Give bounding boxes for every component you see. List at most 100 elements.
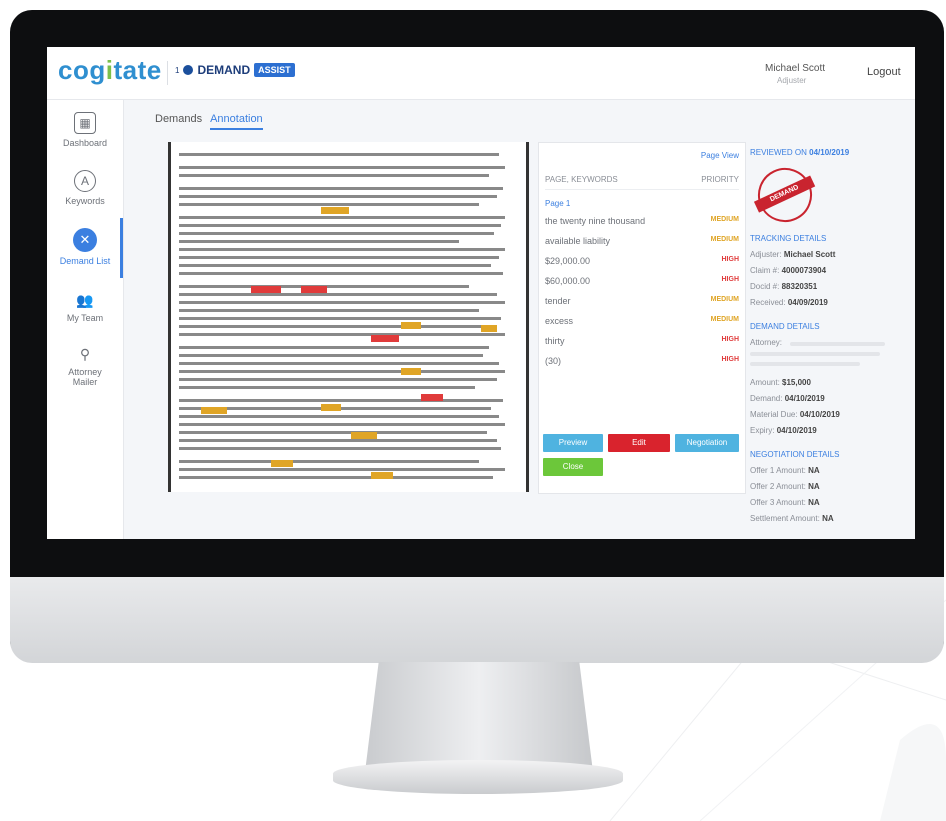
demand-date: Demand: 04/10/2019 (750, 394, 825, 403)
document-line (179, 423, 505, 426)
document-line (179, 232, 494, 235)
detail-label: Claim #: (750, 266, 780, 275)
header-divider (167, 61, 168, 85)
keyword-text: available liability (545, 236, 611, 246)
document-line (179, 195, 497, 198)
document-line (179, 362, 499, 365)
sidebar-item-label: My Team (66, 313, 104, 323)
document-line (179, 293, 497, 296)
demand-stamp-icon: DEMAND (749, 159, 821, 231)
priority-badge: HIGH (721, 356, 740, 363)
detail-value: NA (808, 466, 820, 475)
col-priority: PRIORITY (701, 175, 739, 184)
document-line (179, 309, 479, 312)
sidebar-item-dashboard[interactable]: ▦ Dashboard (47, 112, 123, 148)
keyword-text: thirty (545, 336, 565, 346)
keyword-highlight (301, 286, 327, 293)
document-line (179, 301, 505, 304)
document-line (179, 203, 479, 206)
keyword-text: (30) (545, 356, 562, 366)
keyword-row[interactable]: tender MEDIUM (545, 296, 739, 306)
negotiation-offer-2: Offer 2 Amount: NA (750, 482, 820, 491)
document-line (179, 153, 499, 156)
detail-label: Amount: (750, 378, 780, 387)
document-line (179, 386, 475, 389)
sidebar-item-label: Attorney Mailer (68, 367, 102, 387)
negotiation-settlement: Settlement Amount: NA (750, 514, 834, 523)
active-indicator (120, 218, 123, 278)
keyword-highlight (321, 404, 341, 411)
detail-value: 4000073904 (781, 266, 827, 275)
detail-label: Offer 3 Amount: (750, 498, 806, 507)
page-view-link[interactable]: Page View (701, 151, 739, 160)
sidebar-item-demand-list[interactable]: ✕ Demand List (47, 228, 123, 266)
product-name: DEMAND (197, 63, 251, 77)
detail-value: NA (808, 498, 820, 507)
priority-badge: HIGH (721, 276, 740, 283)
sidebar-item-my-team[interactable]: 👥 My Team (47, 292, 123, 323)
keyword-row[interactable]: thirty HIGH (545, 336, 739, 346)
preview-button[interactable]: Preview (543, 434, 603, 452)
product-number: 1 (175, 65, 180, 75)
cogitate-logo[interactable]: cogitate (58, 55, 162, 86)
document-line (179, 431, 487, 434)
keyword-row[interactable]: excess MEDIUM (545, 316, 739, 326)
document-line (179, 325, 495, 328)
reviewed-date: 04/10/2019 (809, 148, 850, 157)
negotiation-details-title: NEGOTIATION DETAILS (750, 450, 840, 459)
keyword-highlight (481, 325, 497, 332)
document-line (179, 272, 503, 275)
page-label[interactable]: Page 1 (545, 199, 570, 208)
keyword-row[interactable]: (30) HIGH (545, 356, 739, 366)
keyword-text: $29,000.00 (545, 256, 591, 266)
demand-assist-logo: 1 DEMAND ASSIST (175, 63, 295, 77)
detail-label: Docid #: (750, 282, 780, 291)
document-line (179, 256, 499, 259)
document-line (179, 460, 479, 463)
redacted-text (790, 342, 885, 346)
close-button[interactable]: Close (543, 458, 603, 476)
keyword-row[interactable]: available liability MEDIUM (545, 236, 739, 246)
detail-label: Demand: (750, 394, 783, 403)
detail-label: Offer 1 Amount: (750, 466, 806, 475)
demand-material-due: Material Due: 04/10/2019 (750, 410, 840, 419)
negotiation-button[interactable]: Negotiation (675, 434, 739, 452)
redacted-text (750, 362, 860, 366)
priority-badge: MEDIUM (710, 216, 739, 223)
monitor-stand (365, 662, 593, 772)
sidebar-item-keywords[interactable]: A Keywords (47, 170, 123, 206)
keyword-highlight (401, 322, 421, 329)
left-sidebar: ▦ Dashboard A Keywords ✕ Demand List 👥 M… (47, 100, 124, 539)
keyword-row[interactable]: the twenty nine thousand MEDIUM (545, 216, 739, 226)
keyword-highlight (201, 407, 227, 414)
keyword-highlight (251, 286, 281, 293)
logout-link[interactable]: Logout (867, 66, 901, 78)
detail-value: NA (822, 514, 834, 523)
keywords-panel: Page View PAGE, KEYWORDS PRIORITY Page 1… (538, 142, 746, 494)
detail-label: Attorney: (750, 338, 783, 347)
document-line (179, 317, 501, 320)
edit-button[interactable]: Edit (608, 434, 670, 452)
keyword-row[interactable]: $60,000.00 HIGH (545, 276, 739, 286)
keyword-highlight (271, 460, 293, 467)
document-line (179, 224, 501, 227)
keywords-icon: A (74, 170, 96, 192)
priority-badge: MEDIUM (710, 316, 739, 323)
document-line (179, 476, 493, 479)
document-line (179, 354, 483, 357)
page-tabs: Demands Annotation (155, 113, 263, 130)
detail-value: NA (808, 482, 820, 491)
detail-label: Settlement Amount: (750, 514, 820, 523)
keyword-highlight (401, 368, 421, 375)
demand-list-icon: ✕ (73, 228, 97, 252)
detail-label: Offer 2 Amount: (750, 482, 806, 491)
document-preview[interactable] (168, 142, 529, 492)
keyword-text: $60,000.00 (545, 276, 591, 286)
sidebar-item-label: Dashboard (62, 138, 108, 148)
keyword-row[interactable]: $29,000.00 HIGH (545, 256, 739, 266)
document-line (179, 216, 505, 219)
tab-annotation[interactable]: Annotation (210, 113, 263, 130)
monitor-base (333, 760, 623, 794)
sidebar-item-attorney-mailer[interactable]: ⚲ Attorney Mailer (47, 346, 123, 387)
tab-demands[interactable]: Demands (155, 113, 202, 130)
